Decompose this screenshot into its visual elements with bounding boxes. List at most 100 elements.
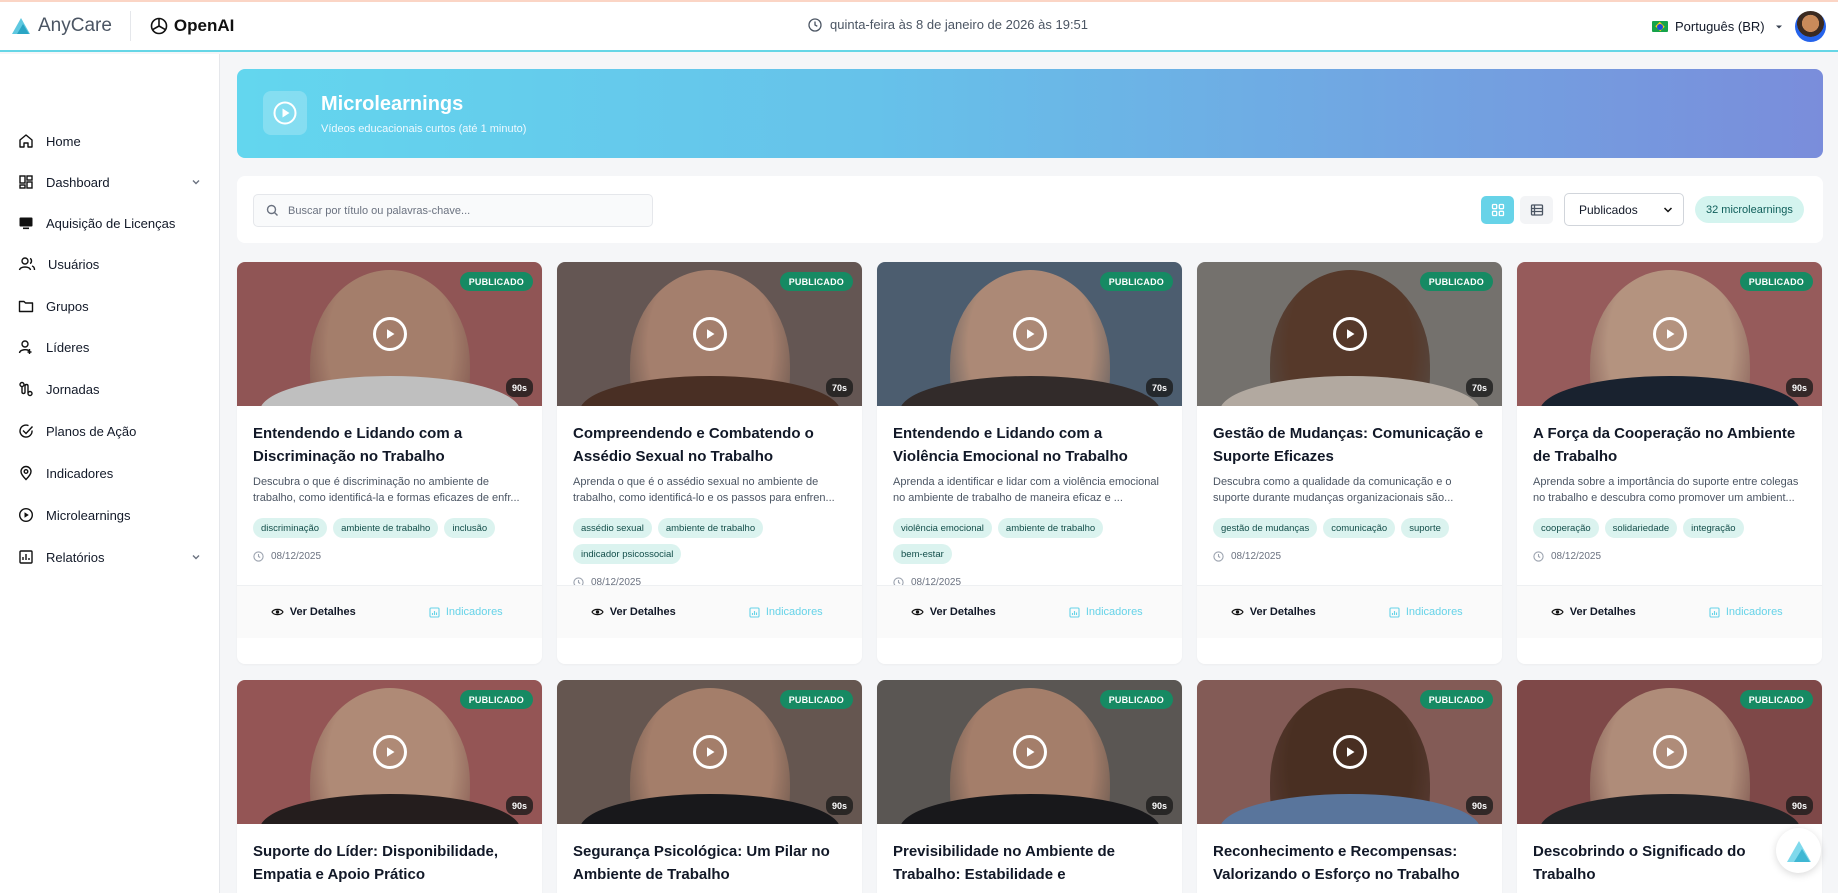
tag[interactable]: bem-estar <box>893 544 952 564</box>
sidebar-item-reports[interactable]: Relatórios <box>18 546 202 568</box>
play-button[interactable] <box>1012 735 1047 769</box>
view-details-button[interactable]: Ver Detalhes <box>237 606 390 618</box>
page-subtitle: Vídeos educacionais curtos (até 1 minuto… <box>321 123 527 135</box>
video-thumbnail[interactable]: PUBLICADO 90s <box>1517 680 1822 824</box>
card-title[interactable]: Reconhecimento e Recompensas: Valorizand… <box>1213 840 1486 886</box>
play-button[interactable] <box>372 317 407 351</box>
chart-icon <box>1709 606 1720 618</box>
sidebar-item-dashboard[interactable]: Dashboard <box>18 171 202 193</box>
sidebar-item-license-acquisition[interactable]: Aquisição de Licenças <box>18 212 202 234</box>
video-thumbnail[interactable]: PUBLICADO 70s <box>557 262 862 406</box>
tag[interactable]: assédio sexual <box>573 518 652 538</box>
search-input[interactable] <box>288 204 628 217</box>
language-selector[interactable]: Português (BR) <box>1652 19 1786 34</box>
card-title[interactable]: Descobrindo o Significado do Trabalho <box>1533 840 1806 886</box>
play-button[interactable] <box>1332 317 1367 351</box>
status-filter-select[interactable]: Publicados <box>1564 193 1684 226</box>
sidebar-item-users[interactable]: Usuários <box>18 253 202 275</box>
sidebar-item-home[interactable]: Home <box>18 130 202 152</box>
banner-icon <box>263 91 307 135</box>
card-title[interactable]: Previsibilidade no Ambiente de Trabalho:… <box>893 840 1166 886</box>
indicators-button[interactable]: Indicadores <box>1350 606 1503 618</box>
card-title[interactable]: Gestão de Mudanças: Comunicação e Suport… <box>1213 422 1486 468</box>
microlearning-card[interactable]: PUBLICADO 90s Suporte do Líder: Disponib… <box>237 680 542 893</box>
tag[interactable]: inclusão <box>444 518 496 538</box>
datetime-text: quinta-feira às 8 de janeiro de 2026 às … <box>830 17 1089 32</box>
status-badge: PUBLICADO <box>1099 272 1173 291</box>
video-thumbnail[interactable]: PUBLICADO 90s <box>237 680 542 824</box>
card-title[interactable]: Suporte do Líder: Disponibilidade, Empat… <box>253 840 526 886</box>
play-button[interactable] <box>372 735 407 769</box>
play-circle-icon <box>18 507 34 523</box>
list-view-button[interactable] <box>1520 196 1553 224</box>
view-details-label: Ver Detalhes <box>609 606 676 618</box>
microlearning-card[interactable]: PUBLICADO 90s Segurança Psicológica: Um … <box>557 680 862 893</box>
grid-view-button[interactable] <box>1481 196 1514 224</box>
tag[interactable]: comunicação <box>1323 518 1396 538</box>
sidebar-item-microlearnings[interactable]: Microlearnings <box>18 504 202 526</box>
clock-icon <box>253 550 264 562</box>
microlearning-card[interactable]: PUBLICADO 70s Compreendendo e Combatendo… <box>557 262 862 664</box>
assistant-button[interactable] <box>1776 828 1821 873</box>
tag[interactable]: cooperação <box>1533 518 1599 538</box>
microlearning-card[interactable]: PUBLICADO 70s Gestão de Mudanças: Comuni… <box>1197 262 1502 664</box>
indicators-button[interactable]: Indicadores <box>1030 606 1183 618</box>
play-button[interactable] <box>692 735 727 769</box>
view-details-button[interactable]: Ver Detalhes <box>557 606 710 618</box>
sidebar-item-label: Relatórios <box>46 549 105 565</box>
sidebar-item-groups[interactable]: Grupos <box>18 295 202 317</box>
status-badge: PUBLICADO <box>1419 272 1493 291</box>
chevron-down-icon <box>192 180 200 185</box>
monitor-icon <box>19 217 33 230</box>
user-avatar[interactable] <box>1795 11 1826 42</box>
sidebar-item-leaders[interactable]: Líderes <box>18 336 202 358</box>
card-title[interactable]: A Força da Cooperação no Ambiente de Tra… <box>1533 422 1806 468</box>
play-button[interactable] <box>1652 317 1687 351</box>
card-title[interactable]: Compreendendo e Combatendo o Assédio Sex… <box>573 422 846 468</box>
view-details-label: Ver Detalhes <box>929 606 996 618</box>
microlearning-card[interactable]: PUBLICADO 70s Entendendo e Lidando com a… <box>877 262 1182 664</box>
video-thumbnail[interactable]: PUBLICADO 90s <box>1517 262 1822 406</box>
tag[interactable]: violência emocional <box>893 518 992 538</box>
card-title[interactable]: Entendendo e Lidando com a Violência Emo… <box>893 422 1166 468</box>
video-thumbnail[interactable]: PUBLICADO 90s <box>557 680 862 824</box>
microlearning-card[interactable]: PUBLICADO 90s Entendendo e Lidando com a… <box>237 262 542 664</box>
view-details-button[interactable]: Ver Detalhes <box>1197 606 1350 618</box>
tag[interactable]: discriminação <box>253 518 328 538</box>
video-thumbnail[interactable]: PUBLICADO 90s <box>1197 680 1502 824</box>
play-button[interactable] <box>1012 317 1047 351</box>
video-thumbnail[interactable]: PUBLICADO 90s <box>877 680 1182 824</box>
video-thumbnail[interactable]: PUBLICADO 90s <box>237 262 542 406</box>
indicators-button[interactable]: Indicadores <box>390 606 543 618</box>
card-title[interactable]: Entendendo e Lidando com a Discriminação… <box>253 422 526 468</box>
microlearning-card[interactable]: PUBLICADO 90s A Força da Cooperação no A… <box>1517 262 1822 664</box>
tag[interactable]: suporte <box>1401 518 1449 538</box>
chart-icon <box>749 606 760 618</box>
microlearning-card[interactable]: PUBLICADO 90s Previsibilidade no Ambient… <box>877 680 1182 893</box>
indicators-button[interactable]: Indicadores <box>710 606 863 618</box>
anycare-logo[interactable]: AnyCare <box>10 15 112 37</box>
microlearning-card[interactable]: PUBLICADO 90s Reconhecimento e Recompens… <box>1197 680 1502 893</box>
sidebar-item-journeys[interactable]: Jornadas <box>18 378 202 400</box>
tag[interactable]: ambiente de trabalho <box>997 518 1104 538</box>
card-title[interactable]: Segurança Psicológica: Um Pilar no Ambie… <box>573 840 846 886</box>
tag[interactable]: integração <box>1683 518 1744 538</box>
play-button[interactable] <box>1332 735 1367 769</box>
duration-badge: 90s <box>1785 796 1813 815</box>
view-details-button[interactable]: Ver Detalhes <box>877 606 1030 618</box>
view-details-button[interactable]: Ver Detalhes <box>1517 606 1670 618</box>
sidebar-item-indicators[interactable]: Indicadores <box>18 462 202 484</box>
indicators-button[interactable]: Indicadores <box>1670 606 1823 618</box>
tag[interactable]: ambiente de trabalho <box>333 518 439 538</box>
tag[interactable]: solidariedade <box>1604 518 1678 538</box>
tag[interactable]: indicador psicossocial <box>573 544 682 564</box>
microlearning-card[interactable]: PUBLICADO 90s Descobrindo o Significado … <box>1517 680 1822 893</box>
play-button[interactable] <box>692 317 727 351</box>
video-thumbnail[interactable]: PUBLICADO 70s <box>877 262 1182 406</box>
video-thumbnail[interactable]: PUBLICADO 70s <box>1197 262 1502 406</box>
tag[interactable]: gestão de mudanças <box>1213 518 1318 538</box>
sidebar-item-action-plans[interactable]: Planos de Ação <box>18 420 202 442</box>
play-icon <box>706 329 714 339</box>
tag[interactable]: ambiente de trabalho <box>657 518 764 538</box>
play-button[interactable] <box>1652 735 1687 769</box>
